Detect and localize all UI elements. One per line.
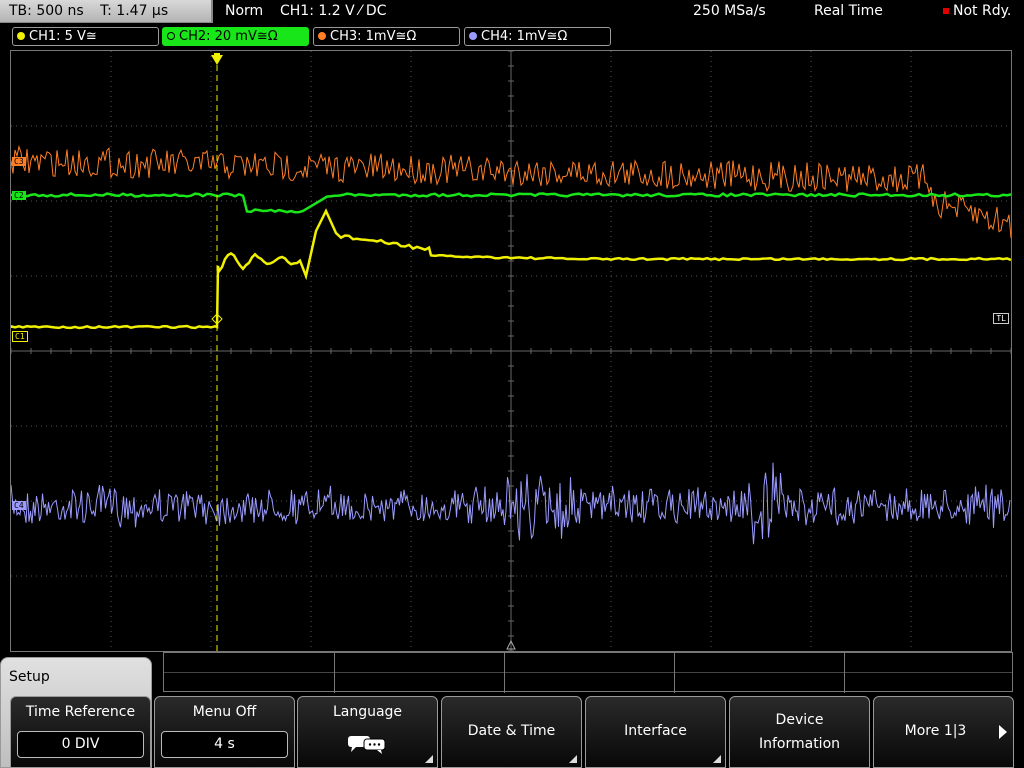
status-text: Not Rdy. — [953, 3, 1012, 19]
softkey-time-reference[interactable]: Time Reference 0 DIV — [10, 696, 151, 768]
status-bar: TB: 500 ns T: 1.47 µs Norm CH1: 1.2 V ⁄ … — [0, 0, 1024, 24]
interface-label: Interface — [624, 723, 687, 739]
trigger-time-value: T: 1.47 µs — [100, 3, 169, 19]
ch1-color-icon — [17, 32, 25, 40]
language-label: Language — [332, 704, 403, 720]
time-reference-label: Time Reference — [25, 704, 136, 720]
channel-tab-ch4[interactable]: CH4: 1mV≅Ω — [464, 27, 611, 46]
waveform-canvas — [11, 51, 1011, 651]
ch4-color-icon — [469, 32, 477, 40]
submenu-indicator-icon — [569, 755, 577, 763]
next-page-arrow-icon — [999, 725, 1007, 739]
date-time-label: Date & Time — [467, 723, 556, 739]
ch2-offset-marker[interactable]: C2 — [12, 191, 26, 200]
trigger-mode[interactable]: Norm — [225, 0, 263, 23]
ch2-label: CH2: 20 mV≅Ω — [179, 29, 278, 44]
menu-off-label: Menu Off — [192, 704, 257, 720]
speech-bubble-icon — [348, 736, 386, 754]
device-information-label-line1: Device — [775, 712, 824, 728]
status-indicator-icon — [943, 8, 949, 14]
trigger-position-icon — [211, 55, 223, 65]
ch3-offset-marker[interactable]: C3 — [12, 157, 26, 166]
softkey-device-information[interactable]: Device Information — [729, 696, 870, 768]
channel-tab-ch2[interactable]: CH2: 20 mV≅Ω — [162, 27, 309, 46]
softkey-more[interactable]: More 1|3 — [873, 696, 1014, 768]
channel-tab-ch3[interactable]: CH3: 1mV≅Ω — [313, 27, 460, 46]
trigger-setting[interactable]: CH1: 1.2 V ⁄ DC — [280, 0, 386, 23]
ch2-color-icon — [167, 32, 175, 40]
trigger-position-cap — [214, 53, 220, 56]
ch3-label: CH3: 1mV≅Ω — [330, 29, 417, 44]
menu-off-value: 4 s — [161, 731, 288, 758]
ch1-label: CH1: 5 V≅ — [29, 29, 97, 44]
memory-overview-strip — [163, 652, 1013, 693]
ch3-color-icon — [318, 32, 326, 40]
softkey-date-time[interactable]: Date & Time — [441, 696, 582, 768]
submenu-indicator-icon — [425, 755, 433, 763]
softkey-language[interactable]: Language — [297, 696, 438, 768]
softkey-interface[interactable]: Interface — [585, 696, 726, 768]
softkey-menu-off[interactable]: Menu Off 4 s — [154, 696, 295, 768]
ch1-offset-marker[interactable]: C1 — [12, 331, 28, 342]
device-information-label-line2: Information — [758, 736, 841, 752]
more-label: More 1|3 — [904, 723, 967, 739]
menu-title: Setup — [9, 669, 50, 685]
trigger-level-marker[interactable]: TL — [993, 313, 1009, 324]
sample-rate: 250 MSa/s — [693, 3, 766, 19]
acquisition-status: Not Rdy. — [943, 0, 1011, 23]
ch4-offset-marker[interactable]: C4 — [12, 501, 26, 510]
timebase-display[interactable]: TB: 500 ns T: 1.47 µs — [0, 0, 213, 23]
waveform-display[interactable]: C3 C2 C1 C4 TL — [10, 50, 1012, 652]
ch4-label: CH4: 1mV≅Ω — [481, 29, 568, 44]
acquisition-mode: Real Time — [814, 3, 883, 19]
submenu-indicator-icon — [713, 755, 721, 763]
time-reference-value: 0 DIV — [17, 731, 144, 758]
channel-tab-ch1[interactable]: CH1: 5 V≅ — [12, 27, 159, 46]
timebase-value: TB: 500 ns — [9, 3, 84, 19]
